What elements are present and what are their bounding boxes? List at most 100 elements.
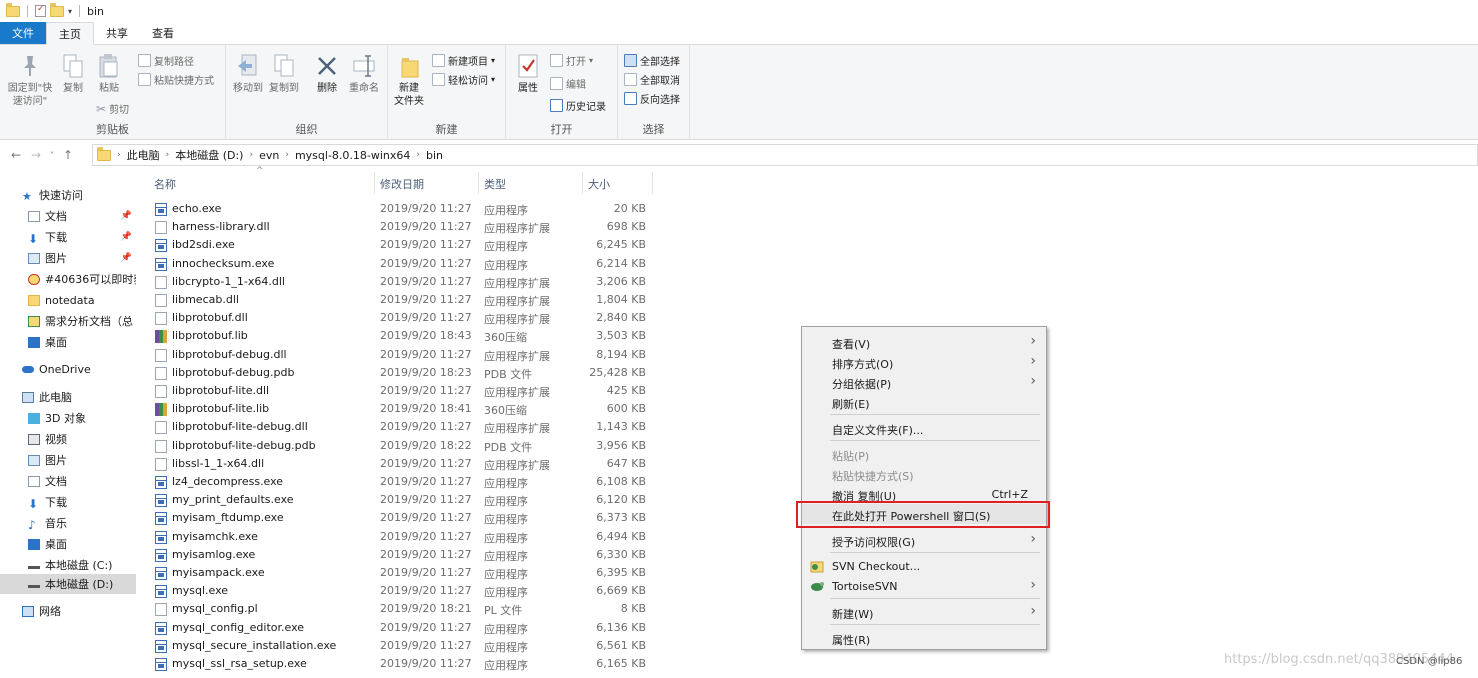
column-header-date[interactable]: 修改日期 — [380, 176, 424, 192]
tab-home[interactable]: 主页 — [46, 22, 94, 45]
column-header-name[interactable]: 名称 — [154, 176, 176, 192]
back-arrow-icon[interactable]: ← — [6, 148, 26, 162]
sidebar-item-quick-access[interactable]: ★ 快速访问 — [0, 185, 136, 205]
table-row[interactable]: innochecksum.exe 2019/9/20 11:27 应用程序 6,214… — [148, 255, 658, 273]
sidebar-item-pictures-pc[interactable]: 图片 — [0, 450, 136, 470]
column-header-size[interactable]: 大小 — [588, 176, 610, 192]
table-row[interactable]: libprotobuf-lite-debug.dll 2019/9/20 11:2… — [148, 418, 658, 436]
paste-shortcut-button[interactable]: 粘贴快捷方式 — [138, 72, 214, 87]
breadcrumb-bin[interactable]: bin — [426, 149, 443, 162]
table-row[interactable]: echo.exe 2019/9/20 11:27 应用程序 20 KB — [148, 200, 658, 218]
tab-file[interactable]: 文件 — [0, 22, 46, 44]
table-row[interactable]: myisampack.exe 2019/9/20 11:27 应用程序 6,395 K… — [148, 564, 658, 582]
address-bar[interactable]: › 此电脑 › 本地磁盘 (D:) › evn › mysql-8.0.18-w… — [92, 144, 1478, 166]
copy-to-button[interactable]: 复制到 — [266, 53, 302, 95]
move-to-button[interactable]: 移动到 — [230, 53, 266, 95]
table-row[interactable]: libprotobuf-debug.pdb 2019/9/20 18:23 PDB … — [148, 364, 658, 382]
table-row[interactable]: mysql_ssl_rsa_setup.exe 2019/9/20 11:27 应用… — [148, 655, 658, 673]
table-row[interactable]: lz4_decompress.exe 2019/9/20 11:27 应用程序 6,1… — [148, 473, 658, 491]
menu-item-new[interactable]: 新建(W) › — [802, 602, 1046, 622]
sidebar-item-3d-objects[interactable]: 3D 对象 — [0, 408, 136, 428]
sidebar-item-downloads-pc[interactable]: ⬇ 下载 — [0, 492, 136, 512]
table-row[interactable]: mysql_secure_installation.exe 2019/9/20 1… — [148, 637, 658, 655]
menu-item-properties[interactable]: 属性(R) — [802, 628, 1046, 648]
table-row[interactable]: libprotobuf.lib 2019/9/20 18:43 360压缩 3,503… — [148, 327, 658, 345]
new-folder-button[interactable]: 新建 文件夹 — [390, 53, 428, 108]
table-row[interactable]: myisamlog.exe 2019/9/20 11:27 应用程序 6,330 KB — [148, 546, 658, 564]
menu-item-customize-folder[interactable]: 自定义文件夹(F)... — [802, 418, 1046, 438]
easy-access-button[interactable]: 轻松访问 ▾ — [432, 72, 495, 87]
table-row[interactable]: myisamchk.exe 2019/9/20 11:27 应用程序 6,494 KB — [148, 528, 658, 546]
table-row[interactable]: libprotobuf-lite.dll 2019/9/20 11:27 应用程序扩… — [148, 382, 658, 400]
customize-toolbar-arrow-icon[interactable]: ▾ — [68, 7, 72, 16]
table-row[interactable]: libprotobuf.dll 2019/9/20 11:27 应用程序扩展 2,84… — [148, 309, 658, 327]
breadcrumb-evn[interactable]: evn — [259, 149, 279, 162]
menu-item-sort-by[interactable]: 排序方式(O) › — [802, 352, 1046, 372]
sidebar-item-videos[interactable]: 视频 — [0, 429, 136, 449]
column-divider[interactable] — [374, 172, 375, 194]
delete-button[interactable]: 删除 — [312, 53, 342, 95]
sidebar-item-documents-pc[interactable]: 文档 — [0, 471, 136, 491]
new-folder-quick-icon[interactable] — [50, 2, 64, 17]
forward-arrow-icon[interactable]: → — [26, 148, 46, 162]
sidebar-item-desktop[interactable]: 桌面 — [0, 332, 136, 352]
pin-icon[interactable]: 📌 — [121, 232, 132, 242]
open-button[interactable]: 打开 ▾ — [550, 53, 593, 68]
copy-path-button[interactable]: 复制路径 — [138, 53, 194, 68]
table-row[interactable]: ibd2sdi.exe 2019/9/20 11:27 应用程序 6,245 KB — [148, 236, 658, 254]
sidebar-item-music[interactable]: ♪ 音乐 — [0, 513, 136, 533]
tab-share[interactable]: 共享 — [94, 22, 140, 44]
chevron-right-icon[interactable]: › — [166, 150, 170, 160]
menu-item-paste-shortcut[interactable]: 粘贴快捷方式(S) — [802, 464, 1046, 484]
sidebar-item-network[interactable]: 网络 — [0, 601, 136, 621]
edit-button[interactable]: 编辑 — [550, 76, 586, 91]
table-row[interactable]: libmecab.dll 2019/9/20 11:27 应用程序扩展 1,804 K… — [148, 291, 658, 309]
sidebar-item-folder-40636[interactable]: #40636可以即时获 — [0, 269, 136, 289]
tab-view[interactable]: 查看 — [140, 22, 186, 44]
chevron-right-icon[interactable]: › — [416, 150, 420, 160]
history-button[interactable]: 历史记录 — [550, 98, 606, 113]
sidebar-item-notedata[interactable]: notedata — [0, 290, 136, 310]
table-row[interactable]: libcrypto-1_1-x64.dll 2019/9/20 11:27 应用程序… — [148, 273, 658, 291]
select-all-button[interactable]: 全部选择 — [624, 53, 680, 68]
sidebar-item-requirements[interactable]: 需求分析文档（总 — [0, 311, 136, 331]
table-row[interactable]: mysql_config_editor.exe 2019/9/20 11:27 应用… — [148, 619, 658, 637]
sidebar-item-desktop-pc[interactable]: 桌面 — [0, 534, 136, 554]
table-row[interactable]: my_print_defaults.exe 2019/9/20 11:27 应用程序… — [148, 491, 658, 509]
menu-item-svn-checkout[interactable]: SVN Checkout... — [802, 556, 1046, 576]
cut-button[interactable]: ✂ 剪切 — [96, 101, 129, 117]
breadcrumb-this-pc[interactable]: 此电脑 — [127, 147, 160, 163]
table-row[interactable]: libprotobuf-debug.dll 2019/9/20 11:27 应用程序… — [148, 346, 658, 364]
menu-item-paste[interactable]: 粘贴(P) — [802, 444, 1046, 464]
sidebar-item-documents[interactable]: 文档 📌 — [0, 206, 136, 226]
chevron-right-icon[interactable]: › — [249, 150, 253, 160]
up-arrow-icon[interactable]: ↑ — [58, 148, 78, 162]
table-row[interactable]: libprotobuf-lite-debug.pdb 2019/9/20 18:2… — [148, 437, 658, 455]
table-row[interactable]: libprotobuf-lite.lib 2019/9/20 18:41 360压缩… — [148, 400, 658, 418]
sidebar-item-drive-d[interactable]: 本地磁盘 (D:) — [0, 574, 136, 594]
new-item-button[interactable]: 新建项目 ▾ — [432, 53, 495, 68]
breadcrumb-drive-d[interactable]: 本地磁盘 (D:) — [175, 147, 243, 163]
properties-button[interactable]: 属性 — [512, 53, 544, 95]
pin-icon[interactable]: 📌 — [121, 253, 132, 263]
table-row[interactable]: mysql.exe 2019/9/20 11:27 应用程序 6,669 KB — [148, 582, 658, 600]
sidebar-item-onedrive[interactable]: OneDrive — [0, 359, 136, 379]
column-divider[interactable] — [582, 172, 583, 194]
recent-locations-chevron-icon[interactable]: ˅ — [46, 151, 58, 160]
copy-button[interactable]: 复制 — [58, 53, 88, 95]
menu-item-give-access[interactable]: 授予访问权限(G) › — [802, 530, 1046, 550]
table-row[interactable]: harness-library.dll 2019/9/20 11:27 应用程序扩展… — [148, 218, 658, 236]
chevron-right-icon[interactable]: › — [285, 150, 289, 160]
column-divider[interactable] — [652, 172, 653, 194]
chevron-right-icon[interactable]: › — [117, 150, 121, 160]
menu-item-group-by[interactable]: 分组依据(P) › — [802, 372, 1046, 392]
sidebar-item-this-pc[interactable]: 此电脑 — [0, 387, 136, 407]
menu-item-refresh[interactable]: 刷新(E) — [802, 392, 1046, 412]
column-header-type[interactable]: 类型 — [484, 176, 506, 192]
paste-button[interactable]: 粘贴 — [94, 53, 124, 95]
menu-item-view[interactable]: 查看(V) › — [802, 332, 1046, 352]
properties-quick-icon[interactable] — [35, 4, 46, 17]
table-row[interactable]: libssl-1_1-x64.dll 2019/9/20 11:27 应用程序扩展 6… — [148, 455, 658, 473]
table-row[interactable]: myisam_ftdump.exe 2019/9/20 11:27 应用程序 6,37… — [148, 509, 658, 527]
sidebar-item-drive-c[interactable]: 本地磁盘 (C:) — [0, 555, 136, 575]
